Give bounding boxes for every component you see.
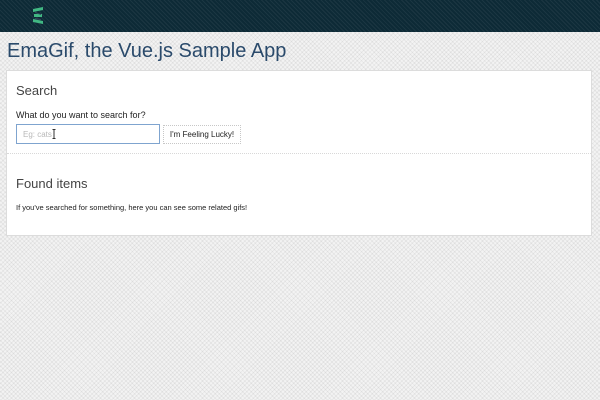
main-panel: Search What do you want to search for? I… — [6, 70, 592, 236]
search-heading: Search — [16, 83, 58, 98]
search-label: What do you want to search for? — [16, 110, 146, 120]
top-navbar — [0, 0, 600, 32]
feeling-lucky-button[interactable]: I'm Feeling Lucky! — [163, 125, 241, 144]
section-divider — [7, 153, 591, 154]
found-items-heading: Found items — [16, 176, 88, 191]
text-cursor-icon — [52, 129, 56, 139]
search-input[interactable] — [16, 124, 160, 144]
page-title: EmaGif, the Vue.js Sample App — [7, 40, 287, 62]
found-items-description: If you've searched for something, here y… — [16, 203, 248, 212]
vue-logo-icon[interactable] — [30, 6, 46, 26]
